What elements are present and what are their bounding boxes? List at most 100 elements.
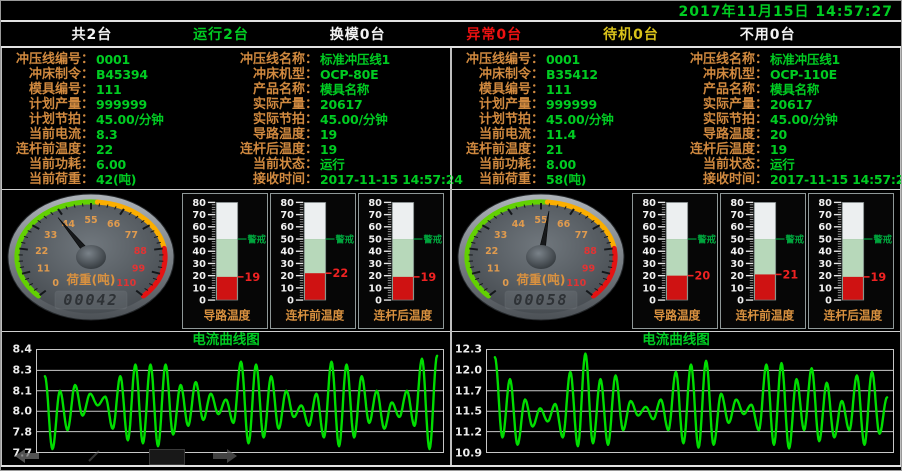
- gauge-tick-label: 88: [584, 246, 598, 257]
- plot-area: [486, 349, 894, 453]
- odometer-value: 00042: [63, 291, 118, 309]
- info-label: 模具编号：: [452, 83, 544, 97]
- thermo-label: 连杆后温度: [374, 308, 433, 322]
- info-row: 模具编号：111: [2, 83, 226, 97]
- y-tick-label: 8.1: [13, 384, 33, 397]
- thermometer-1: 80706050403020100警戒20导路温度: [632, 193, 718, 329]
- gauge-tick-label: 33: [44, 230, 57, 241]
- gauge-tick: [20, 266, 24, 267]
- thermo-scale-label: 50: [192, 234, 206, 245]
- gauge-tick: [99, 203, 100, 206]
- chart-title: 电流曲线图: [2, 332, 450, 349]
- info-label: 当前状态：: [226, 158, 318, 172]
- thermo-scale-label: 70: [642, 210, 656, 221]
- info-value: 45.00/分钟: [318, 113, 388, 127]
- info-label: 计划产量：: [452, 98, 544, 112]
- gauge-tick-label: 22: [35, 246, 48, 257]
- info-label: 冲压线编号：: [452, 53, 544, 67]
- gauge-row: 0112233445566778899110荷重(吨)0005880706050…: [452, 190, 900, 332]
- info-label: 接收时间：: [226, 173, 318, 187]
- thermo-scale-label: 30: [730, 258, 744, 269]
- info-value: 20617: [318, 98, 363, 112]
- info-row: 产品名称：模具名称: [226, 83, 450, 97]
- load-gauge: 0112233445566778899110荷重(吨)00058: [452, 191, 630, 331]
- info-value: B35412: [544, 68, 598, 82]
- thermo-tube-upper: [842, 202, 863, 239]
- chart-body: 8.48.38.18.07.87.7: [2, 349, 450, 453]
- load-gauge-dial: 0112233445566778899110荷重(吨)00042: [2, 191, 180, 331]
- warn-label: 警戒: [697, 233, 716, 245]
- y-tick-label: 7.8: [13, 426, 33, 439]
- plot-area: [36, 349, 444, 453]
- thermo-scale-label: 80: [192, 197, 206, 208]
- info-value: 19: [318, 143, 337, 157]
- info-value: 111: [94, 83, 122, 97]
- thermo-tube-upper: [392, 202, 413, 239]
- gauge-row: 0112233445566778899110荷重(吨)0004280706050…: [2, 190, 450, 332]
- gauge-tick-label: 66: [107, 218, 121, 229]
- thermo-scale-label: 80: [730, 197, 744, 208]
- info-label: 冲床机型：: [226, 68, 318, 82]
- gauge-tick: [608, 266, 612, 267]
- y-tick-label: 12.3: [455, 343, 482, 356]
- thermo-tube-upper: [216, 202, 237, 239]
- thermo-scale-label: 70: [368, 210, 382, 221]
- thermo-value: 20: [695, 269, 711, 282]
- press-monitor-screen: 2017年11月15日 14:57:27 共2台运行2台换模0台异常0台待机0台…: [0, 0, 902, 471]
- back-arrow-icon[interactable]: [15, 449, 39, 463]
- info-value: 20617: [768, 98, 813, 112]
- info-row: 当前功耗：8.00: [452, 158, 676, 172]
- gauge-tick: [604, 248, 612, 249]
- thermo-scale-label: 10: [192, 283, 206, 294]
- info-row: 冲压线名称：标准冲压线1: [676, 53, 900, 67]
- info-label: 冲压线编号：: [2, 53, 94, 67]
- gauge-hub: [76, 245, 106, 269]
- info-value: 22: [94, 143, 113, 157]
- info-label: 实际产量：: [676, 98, 768, 112]
- info-row: 计划节拍：45.00/分钟: [2, 113, 226, 127]
- thermo-scale-label: 40: [642, 246, 656, 257]
- thermo-scale-label: 70: [818, 210, 832, 221]
- info-label: 当前状态：: [676, 158, 768, 172]
- press-panel-1: 冲压线编号：0001冲床制令：B45394模具编号：111计划产量：999999…: [1, 48, 451, 465]
- info-label: 冲床制令：: [452, 68, 544, 82]
- y-tick-label: 8.0: [13, 405, 33, 418]
- thermo-scale-label: 50: [642, 234, 656, 245]
- info-label: 连杆后温度：: [676, 143, 768, 157]
- info-value: 21: [544, 143, 563, 157]
- thermo-scale-label: 10: [642, 283, 656, 294]
- thermo-fill: [667, 275, 687, 299]
- gauge-tick: [469, 248, 477, 249]
- info-value: 标准冲压线1: [768, 53, 840, 67]
- thermo-scale-label: 30: [192, 258, 206, 269]
- gauge-tick-label: 55: [84, 214, 97, 225]
- chart-body: 12.312.011.711.511.210.9: [452, 349, 900, 453]
- info-label: 实际节拍：: [226, 113, 318, 127]
- thermo-scale-label: 40: [280, 246, 294, 257]
- status-running: 运行2台: [193, 24, 249, 44]
- gauge-tick-label: 99: [132, 263, 145, 274]
- info-row: 模具编号：111: [452, 83, 676, 97]
- thermo-scale-label: 10: [280, 283, 294, 294]
- pen-icon[interactable]: [87, 449, 101, 463]
- current-chart-section: 电流曲线图12.312.011.711.511.210.9: [452, 332, 900, 463]
- info-row: 当前荷重：42(吨): [2, 173, 226, 187]
- gauge-tick-label: 11: [37, 263, 50, 274]
- info-label: 产品名称：: [226, 83, 318, 97]
- odometer-value: 00058: [513, 291, 568, 309]
- thermo-scale-label: 0: [287, 295, 294, 306]
- thermo-scale-label: 40: [818, 246, 832, 257]
- info-row: 实际产量：20617: [676, 98, 900, 112]
- info-value: 999999: [544, 98, 597, 112]
- home-button[interactable]: [149, 449, 185, 465]
- y-tick-label: 8.3: [13, 363, 33, 376]
- info-row: 接收时间：2017-11-15 14:57:24: [676, 173, 900, 187]
- info-label: 当前电流：: [2, 128, 94, 142]
- info-value: 运行: [318, 158, 345, 172]
- forward-arrow-icon[interactable]: [213, 449, 237, 463]
- gauge-tick: [154, 248, 162, 249]
- info-label: 计划产量：: [2, 98, 94, 112]
- thermo-scale-label: 80: [818, 197, 832, 208]
- thermo-fill: [305, 273, 325, 300]
- info-value: 模具名称: [318, 83, 369, 97]
